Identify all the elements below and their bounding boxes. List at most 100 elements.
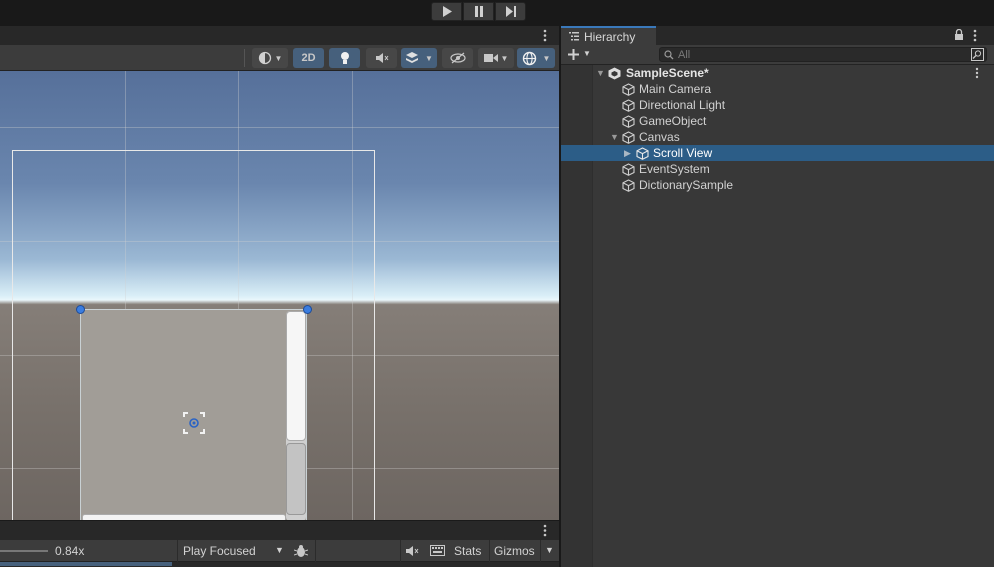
step-button[interactable]	[495, 2, 526, 21]
gameobject-cube-icon	[622, 131, 635, 144]
grid-line	[0, 127, 559, 128]
chevron-down-icon: ▼	[274, 53, 283, 63]
play-mode-dropdown[interactable]: Play Focused ▼	[179, 540, 291, 562]
create-button[interactable]: ▼	[567, 46, 593, 63]
gameobject-cube-icon	[622, 179, 635, 192]
scene-panel: ▼ 2D ▼ ▼ ▼ 0.84x Play Focused ▼ Stats Gi…	[0, 26, 559, 567]
game-toolbar: 0.84x Play Focused ▼ Stats Gizmos ▼	[0, 540, 559, 562]
keyboard-icon[interactable]	[430, 545, 445, 556]
pause-button[interactable]	[463, 2, 494, 21]
scale-slider[interactable]	[0, 550, 48, 552]
hierarchy-item-label: Canvas	[639, 130, 680, 144]
panel-menu-icon[interactable]	[542, 524, 548, 537]
step-icon	[505, 6, 516, 17]
hierarchy-panel: Hierarchy ▼ ▼ SampleScene* Main Camera	[561, 26, 994, 567]
search-icon	[664, 50, 674, 60]
search-input[interactable]	[678, 48, 958, 61]
scene-visibility-toggle[interactable]	[442, 48, 473, 68]
camera-icon	[483, 54, 498, 62]
gameobject-cube-icon	[622, 83, 635, 96]
hierarchy-item-eventsystem[interactable]: EventSystem	[561, 161, 994, 177]
chevron-down-icon: ▼	[583, 49, 591, 58]
chevron-down-icon[interactable]: ▼	[545, 545, 554, 555]
hierarchy-item-dictionarysample[interactable]: DictionarySample	[561, 177, 994, 193]
shading-mode-dropdown[interactable]: ▼	[252, 48, 288, 68]
plus-icon	[568, 49, 579, 60]
hierarchy-tree: ▼ SampleScene* Main Camera Directional L…	[561, 65, 994, 567]
visibility-icon	[449, 52, 466, 64]
scene-row[interactable]: ▼ SampleScene*	[561, 65, 994, 81]
chevron-down-icon: ▼	[425, 53, 433, 63]
2d-label: 2D	[301, 52, 316, 64]
scene-name: SampleScene*	[626, 66, 709, 80]
scene-menu-icon[interactable]	[974, 67, 980, 79]
search-options-icon[interactable]	[971, 48, 984, 61]
panel-menu-icon[interactable]	[972, 29, 978, 42]
gizmos-globe-icon	[522, 51, 536, 65]
play-icon	[442, 6, 452, 17]
hierarchy-item-label: DictionarySample	[639, 178, 734, 192]
expand-arrow-icon[interactable]: ▼	[596, 68, 605, 78]
chevron-down-icon: ▼	[275, 545, 284, 555]
scrollbar-vertical-handle[interactable]	[286, 311, 306, 441]
toolbar-separator	[400, 540, 401, 562]
hierarchy-item-label: Main Camera	[639, 82, 712, 96]
hierarchy-item-directional-light[interactable]: Directional Light	[561, 97, 994, 113]
game-active-indicator	[0, 562, 172, 566]
audio-toggle[interactable]	[366, 48, 397, 68]
play-mode-label: Play Focused	[183, 544, 256, 558]
tab-hierarchy[interactable]: Hierarchy	[561, 26, 656, 45]
play-button[interactable]	[431, 2, 462, 21]
lighting-icon	[340, 52, 349, 64]
scale-value: 0.84x	[55, 544, 85, 558]
lock-icon[interactable]	[954, 29, 964, 41]
effects-icon	[406, 52, 419, 63]
hierarchy-item-label: EventSystem	[639, 162, 710, 176]
scrollbar-vertical-lower	[286, 443, 306, 515]
gameobject-cube-icon	[622, 115, 635, 128]
list-icon	[569, 32, 579, 41]
pause-icon	[474, 6, 483, 17]
scene-toolbar: ▼ 2D ▼ ▼ ▼	[0, 45, 559, 71]
2d-toggle-button[interactable]: 2D	[293, 48, 324, 68]
lighting-toggle[interactable]	[329, 48, 360, 68]
gizmos-dropdown[interactable]: ▼	[517, 48, 555, 68]
expand-arrow-icon[interactable]: ▼	[610, 132, 619, 142]
rect-handle-top-left[interactable]	[76, 305, 85, 314]
hierarchy-item-label: GameObject	[639, 114, 707, 128]
hierarchy-tab-bar: Hierarchy	[561, 26, 994, 45]
toolbar-separator	[489, 540, 490, 562]
hierarchy-tab-label: Hierarchy	[584, 30, 636, 44]
hierarchy-toolbar: ▼	[561, 45, 994, 65]
gizmos-button[interactable]: Gizmos	[494, 544, 535, 558]
scene-viewport[interactable]	[0, 71, 559, 520]
gameobject-cube-icon	[636, 147, 649, 160]
toolbar-separator	[244, 49, 245, 67]
hierarchy-item-label: Directional Light	[639, 98, 726, 112]
collapse-arrow-icon[interactable]: ▶	[624, 148, 631, 159]
unity-scene-icon	[608, 67, 621, 80]
hierarchy-search-field[interactable]	[659, 47, 987, 62]
gameobject-cube-icon	[622, 163, 635, 176]
game-panel-header	[0, 520, 559, 540]
hierarchy-item-main-camera[interactable]: Main Camera	[561, 81, 994, 97]
camera-dropdown[interactable]: ▼	[478, 48, 514, 68]
toolbar-separator	[315, 540, 316, 562]
rect-handle-top-right[interactable]	[303, 305, 312, 314]
panel-menu-icon[interactable]	[542, 29, 548, 42]
pivot-move-icon[interactable]	[182, 411, 206, 435]
hierarchy-item-gameobject[interactable]: GameObject	[561, 113, 994, 129]
toolbar-separator	[540, 540, 541, 562]
audio-mute-icon	[375, 53, 388, 63]
chevron-down-icon: ▼	[542, 53, 551, 63]
chevron-down-icon: ▼	[500, 53, 509, 63]
effects-dropdown[interactable]: ▼	[401, 48, 437, 68]
hierarchy-item-label: Scroll View	[653, 146, 713, 160]
audio-mute-icon[interactable]	[405, 545, 419, 557]
scene-panel-header	[0, 26, 559, 45]
stats-button[interactable]: Stats	[454, 544, 481, 558]
hierarchy-item-scroll-view[interactable]: ▶ Scroll View	[561, 145, 994, 161]
bug-icon[interactable]	[294, 544, 308, 558]
gameobject-cube-icon	[622, 99, 635, 112]
hierarchy-item-canvas[interactable]: ▼ Canvas	[561, 129, 994, 145]
